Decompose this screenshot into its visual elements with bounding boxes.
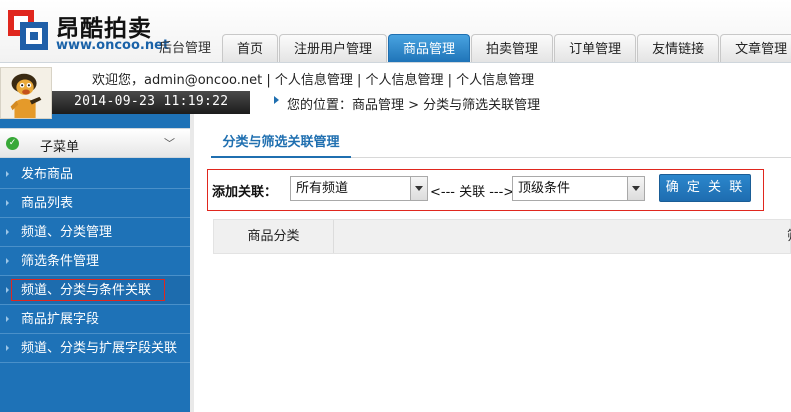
selection-highlight	[11, 279, 165, 301]
confirm-relation-button[interactable]: 确 定 关 联	[659, 174, 751, 202]
bullet-arrow-icon	[6, 287, 9, 293]
table-header: 商品分类 筛	[213, 219, 791, 254]
sidebar-divider	[190, 114, 194, 412]
sidebar-item-publish-product[interactable]: 发布商品	[0, 160, 190, 189]
sidebar-item-label: 筛选条件管理	[21, 254, 100, 269]
tab-category-filter-relation[interactable]: 分类与筛选关联管理	[211, 131, 351, 158]
header: 昂酷拍卖 www.oncoo.net 后台管理 首页 注册用户管理 商品管理 拍…	[0, 0, 791, 63]
sidebar-item-condition-relation[interactable]: 频道、分类与条件关联	[0, 276, 190, 305]
avatar	[0, 67, 52, 119]
sidebar-menu: 发布商品 商品列表 频道、分类管理 筛选条件管理 频道、分类与条件关联 商品扩展…	[0, 160, 190, 363]
condition-select[interactable]: 顶级条件	[512, 176, 645, 201]
bullet-arrow-icon	[6, 316, 9, 322]
nav-tab-products[interactable]: 商品管理	[388, 34, 471, 62]
sidebar-item-label: 商品列表	[21, 196, 74, 211]
chevron-down-icon[interactable]: ﹀	[164, 135, 175, 151]
relation-arrow-text: <--- 关联 --->	[430, 185, 515, 200]
submenu-header[interactable]: ✓ 子菜单 ﹀	[0, 128, 190, 158]
column-header-category: 商品分类	[214, 220, 334, 253]
welcome-text[interactable]: 欢迎您，admin@oncoo.net | 个人信息管理 | 个人信息管理 | …	[92, 69, 534, 88]
main-nav: 首页 注册用户管理 商品管理 拍卖管理 订单管理 友情链接 文章管理	[222, 34, 791, 62]
nav-tab-orders[interactable]: 订单管理	[554, 34, 637, 62]
admin-label: 后台管理	[159, 41, 212, 56]
dropdown-arrow-icon[interactable]	[410, 177, 427, 200]
submenu-title: 子菜单	[40, 140, 80, 155]
channel-select-value: 所有频道	[296, 181, 349, 196]
sidebar-item-label: 频道、分类与扩展字段关联	[21, 341, 178, 356]
bullet-arrow-icon	[6, 200, 9, 206]
sidebar-item-channel-category[interactable]: 频道、分类管理	[0, 218, 190, 247]
bullet-arrow-icon	[6, 229, 9, 235]
column-header-filter: 筛	[787, 220, 791, 253]
nav-tab-home[interactable]: 首页	[222, 34, 279, 62]
datetime: 2014-09-23 11:19:22	[74, 94, 229, 109]
dropdown-arrow-icon[interactable]	[627, 177, 644, 200]
sidebar-item-extension-relation[interactable]: 频道、分类与扩展字段关联	[0, 334, 190, 363]
nav-tab-articles[interactable]: 文章管理	[720, 34, 791, 62]
sidebar-item-product-list[interactable]: 商品列表	[0, 189, 190, 218]
nav-tab-users[interactable]: 注册用户管理	[279, 34, 388, 62]
sidebar-item-filter-conditions[interactable]: 筛选条件管理	[0, 247, 190, 276]
sidebar-item-extension-fields[interactable]: 商品扩展字段	[0, 305, 190, 334]
bullet-arrow-icon	[6, 345, 9, 351]
bullet-arrow-icon	[6, 258, 9, 264]
brand-url[interactable]: www.oncoo.net	[56, 38, 169, 53]
sidebar-item-label: 商品扩展字段	[21, 312, 100, 327]
nav-tab-auctions[interactable]: 拍卖管理	[471, 34, 554, 62]
breadcrumb: 您的位置：商品管理 > 分类与筛选关联管理	[287, 98, 541, 113]
breadcrumb-arrow-icon	[274, 96, 279, 104]
sidebar-item-label: 频道、分类管理	[21, 225, 113, 240]
channel-select[interactable]: 所有频道	[290, 176, 428, 201]
logo-icon	[8, 10, 48, 50]
nav-tab-links[interactable]: 友情链接	[637, 34, 720, 62]
sidebar-item-label: 发布商品	[21, 167, 74, 182]
condition-select-value: 顶级条件	[518, 181, 571, 196]
bullet-arrow-icon	[6, 171, 9, 177]
check-icon: ✓	[6, 137, 19, 150]
add-relation-label: 添加关联：	[212, 185, 278, 200]
